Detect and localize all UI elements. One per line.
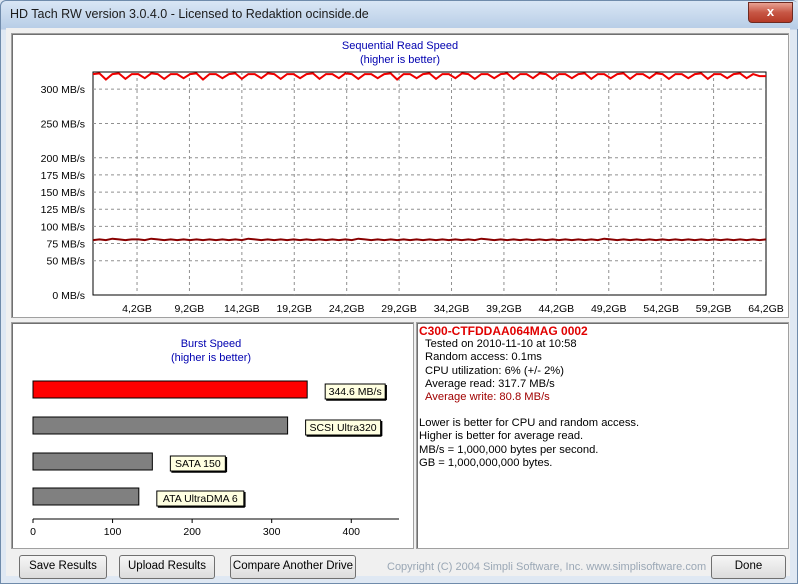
y-tick-label: 175 MB/s: [41, 170, 85, 182]
burst-bar: [32, 487, 140, 506]
tested-date: Tested on 2010-11-10 at 10:58: [425, 338, 577, 351]
x-tick-label: 49,2GB: [591, 303, 627, 315]
x-tick-label: 29,2GB: [381, 303, 417, 315]
note-higher-better: Higher is better for average read.: [419, 430, 584, 443]
sequential-read-chart: Sequential Read Speed (higher is better)…: [41, 40, 784, 315]
x-tick-label: 39,2GB: [486, 303, 522, 315]
burst-chart-panel: Burst Speed (higher is better) 344.6 MB/…: [11, 322, 414, 549]
x-tick-label: 24,2GB: [329, 303, 365, 315]
save-results-button[interactable]: Save Results: [19, 555, 107, 579]
y-tick-label: 0 MB/s: [52, 290, 85, 302]
average-write: Average write: 80.8 MB/s: [425, 391, 550, 404]
y-tick-label: 250 MB/s: [41, 118, 85, 130]
drive-info: C300-CTFDDAA064MAG 0002 Tested on 2010-1…: [419, 324, 789, 470]
x-tick-label: 59,2GB: [696, 303, 732, 315]
x-tick-label: 19,2GB: [276, 303, 312, 315]
burst-bar-label: SATA 150: [175, 458, 221, 470]
y-tick-label: 100 MB/s: [41, 221, 85, 233]
window-title: HD Tach RW version 3.0.4.0 - Licensed to…: [10, 7, 369, 21]
sequential-chart-panel: Sequential Read Speed (higher is better)…: [11, 33, 789, 318]
burst-bar: [32, 452, 153, 471]
x-tick-label: 54,2GB: [643, 303, 679, 315]
y-tick-label: 50 MB/s: [46, 256, 85, 268]
x-tick-label: 34,2GB: [434, 303, 470, 315]
done-button[interactable]: Done: [711, 555, 786, 579]
burst-chart-subtitle: (higher is better): [171, 352, 251, 364]
copyright-text: Copyright (C) 2004 Simpli Software, Inc.…: [387, 561, 707, 573]
compare-drive-button[interactable]: Compare Another Drive: [230, 555, 356, 579]
x-tick-label: 200: [183, 526, 201, 538]
note-lower-better: Lower is better for CPU and random acces…: [419, 417, 640, 430]
burst-bar-label: ATA UltraDMA 6: [163, 493, 238, 505]
random-access: Random access: 0.1ms: [425, 351, 542, 364]
x-tick-label: 100: [104, 526, 122, 538]
title-bar[interactable]: HD Tach RW version 3.0.4.0 - Licensed to…: [1, 1, 798, 29]
sequential-chart-subtitle: (higher is better): [360, 54, 440, 66]
x-tick-label: 4,2GB: [122, 303, 152, 315]
x-tick-label: 0: [30, 526, 36, 538]
note-gb-definition: GB = 1,000,000,000 bytes.: [419, 456, 553, 469]
burst-bar-label: 344.6 MB/s: [329, 386, 382, 398]
y-tick-label: 300 MB/s: [41, 84, 85, 96]
note-mbs-definition: MB/s = 1,000,000 bytes per second.: [419, 443, 599, 456]
cpu-utilization: CPU utilization: 6% (+/- 2%): [425, 364, 564, 377]
x-tick-label: 300: [263, 526, 281, 538]
y-tick-label: 75 MB/s: [46, 239, 85, 251]
burst-bar-label: SCSI Ultra320: [310, 422, 377, 434]
sequential-chart-title: Sequential Read Speed: [342, 40, 458, 52]
x-tick-label: 400: [342, 526, 360, 538]
burst-bar: [32, 416, 289, 435]
y-tick-label: 200 MB/s: [41, 153, 85, 165]
drive-name: C300-CTFDDAA064MAG 0002: [419, 324, 588, 338]
plot-area: [92, 71, 767, 296]
x-tick-label: 14,2GB: [224, 303, 260, 315]
y-tick-label: 125 MB/s: [41, 204, 85, 216]
burst-bar: [32, 380, 308, 399]
upload-results-button[interactable]: Upload Results: [119, 555, 215, 579]
burst-chart-title: Burst Speed: [181, 338, 242, 350]
y-tick-label: 150 MB/s: [41, 187, 85, 199]
series-line-average-write: [92, 237, 767, 242]
average-read: Average read: 317.7 MB/s: [425, 377, 555, 390]
close-button[interactable]: x: [748, 2, 793, 23]
x-tick-label: 44,2GB: [539, 303, 575, 315]
x-tick-label: 9,2GB: [175, 303, 205, 315]
burst-speed-chart: Burst Speed (higher is better) 344.6 MB/…: [30, 338, 399, 538]
x-tick-label: 64,2GB: [748, 303, 784, 315]
